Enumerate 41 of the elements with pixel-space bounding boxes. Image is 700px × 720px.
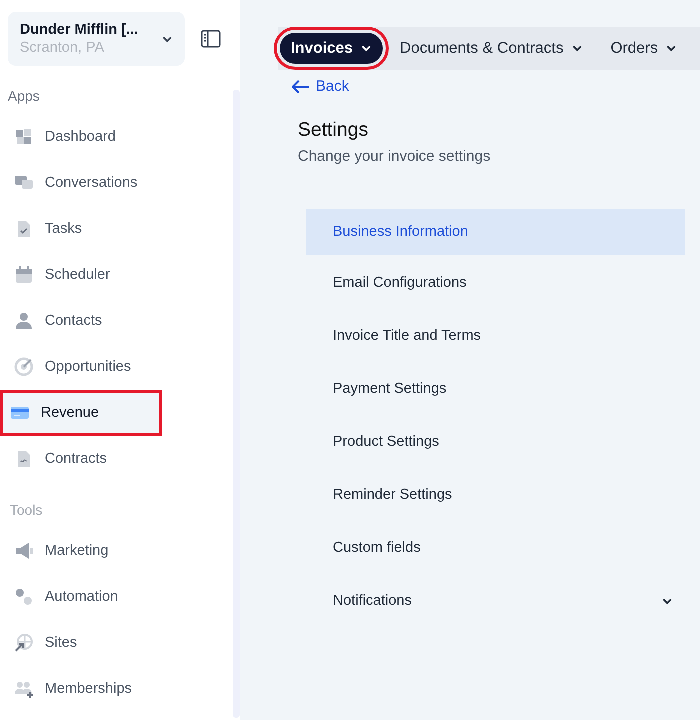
sidebar-item[interactable]: Contracts [0, 436, 234, 482]
sidebar-item[interactable]: Conversations [0, 160, 234, 206]
section-heading: Apps [7, 88, 41, 104]
globe-cursor-icon [14, 633, 34, 653]
person-icon [14, 311, 34, 331]
section-heading: Tools [9, 502, 44, 518]
settings-item[interactable]: Notifications [306, 574, 685, 628]
sidebar-item[interactable]: Scheduler [0, 252, 234, 298]
page-subtitle: Change your invoice settings [298, 148, 492, 164]
settings-item[interactable]: Email Configurations [306, 256, 685, 310]
account-switcher[interactable]: Dunder Mifflin [... Scranton, PA [8, 12, 185, 66]
sidebar-item[interactable]: Contacts [0, 298, 234, 344]
sidebar-item[interactable]: Automation [0, 574, 234, 620]
sidebar-item[interactable]: Tasks [0, 206, 234, 252]
people-plus-icon [14, 679, 34, 699]
sidebar-item[interactable]: Sites [0, 620, 234, 666]
sidebar-item[interactable]: Memberships [0, 666, 234, 712]
calendar-icon [14, 265, 34, 285]
arrow-left-icon [292, 80, 310, 94]
settings-item[interactable]: Invoice Title and Terms [306, 310, 685, 362]
chevron-down-icon [666, 43, 678, 54]
page-title: Settings [298, 118, 370, 142]
settings-item[interactable]: Reminder Settings [306, 468, 685, 522]
target-icon [14, 357, 34, 377]
tab[interactable]: Orders [600, 33, 688, 64]
tab[interactable]: Invoices [280, 33, 384, 64]
megaphone-icon [14, 541, 34, 561]
chevron-down-icon [361, 43, 372, 54]
settings-item[interactable]: Product Settings [306, 416, 685, 468]
chevron-down-icon [572, 43, 583, 54]
grid-icon [14, 127, 34, 147]
tab[interactable]: Documents & Contracts [389, 33, 594, 64]
settings-item[interactable]: Business Information [306, 208, 685, 254]
sidebar-item[interactable]: Marketing [0, 528, 234, 574]
sidebar-toggle-icon[interactable] [201, 30, 221, 48]
sidebar-item[interactable]: Opportunities [0, 344, 234, 390]
settings-item[interactable]: Payment Settings [306, 362, 685, 416]
back-link[interactable]: Back [292, 78, 350, 95]
sidebar-item[interactable]: Revenue [0, 390, 162, 436]
settings-item[interactable]: Custom fields [306, 522, 685, 574]
sidebar-item[interactable]: Dashboard [0, 114, 234, 160]
